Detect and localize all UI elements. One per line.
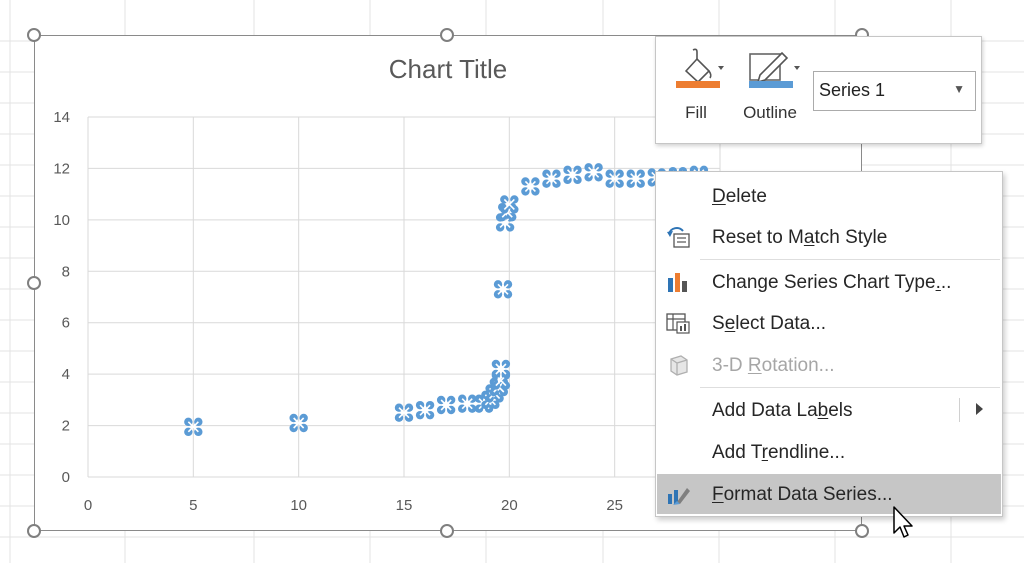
y-tick-label: 12 <box>53 160 70 177</box>
menu-item-add-data-labels[interactable]: Add Data Labels <box>657 390 1001 430</box>
paint-bucket-icon <box>676 48 724 88</box>
menu-item-select-data[interactable]: Select Data... <box>657 303 1001 343</box>
dropdown-arrow-icon: ▼ <box>953 82 965 96</box>
x-tick-label: 15 <box>396 497 413 514</box>
menu-item-label: 3-D Rotation... <box>712 355 835 376</box>
reset-style-icon <box>667 227 690 248</box>
menu-item-label: Reset to Match Style <box>712 227 888 248</box>
menu-item-3d-rotation: 3-D Rotation... <box>657 345 1001 385</box>
outline-button[interactable]: Outline <box>732 45 808 133</box>
submenu-arrow-icon[interactable] <box>976 403 983 415</box>
data-point[interactable] <box>458 394 477 413</box>
menu-item-format-data-series[interactable]: Format Data Series... <box>657 474 1001 514</box>
menu-item-label: Select Data... <box>712 313 827 334</box>
y-tick-label: 0 <box>62 469 70 486</box>
menu-item-reset-to-match-style[interactable]: Reset to Match Style <box>657 217 1001 257</box>
context-menu: Delete Reset to Match Style Change Serie… <box>655 171 1003 517</box>
x-tick-label: 20 <box>501 497 518 514</box>
y-tick-label: 4 <box>62 366 70 383</box>
menu-item-add-trendline[interactable]: Add Trendline... <box>657 432 1001 472</box>
y-tick-label: 6 <box>62 315 70 332</box>
menu-item-label: Change Series Chart Type... <box>712 272 952 293</box>
y-tick-label: 10 <box>53 212 70 229</box>
format-series-icon <box>668 488 690 505</box>
y-tick-label: 2 <box>62 418 70 435</box>
data-point[interactable] <box>542 169 561 188</box>
data-point[interactable] <box>626 169 645 188</box>
data-point[interactable] <box>415 400 435 420</box>
data-point[interactable] <box>584 163 603 182</box>
y-tick-label: 14 <box>53 109 70 126</box>
menu-item-label: Format Data Series... <box>712 484 893 505</box>
y-tick-label: 8 <box>62 263 70 280</box>
menu-item-label: Delete <box>712 186 767 207</box>
pen-outline-icon <box>749 51 800 88</box>
submenu-divider <box>959 398 960 422</box>
3d-rotation-icon <box>670 355 688 376</box>
x-tick-label: 0 <box>84 497 92 514</box>
mouse-pointer-icon <box>893 506 913 538</box>
menu-separator <box>700 259 1000 260</box>
fill-label: Fill <box>685 103 707 122</box>
data-point[interactable] <box>491 359 511 379</box>
chart-type-icon <box>668 273 687 292</box>
data-point[interactable] <box>436 395 456 415</box>
outline-label: Outline <box>743 103 797 122</box>
series-select-dropdown[interactable]: Series 1 ▼ <box>813 71 976 111</box>
x-tick-label: 10 <box>290 497 307 514</box>
menu-item-label: Add Trendline... <box>712 442 846 463</box>
menu-item-label: Add Data Labels <box>712 400 853 421</box>
format-mini-toolbar: Fill Outline Series 1 ▼ <box>655 36 982 144</box>
x-tick-label: 25 <box>606 497 623 514</box>
select-data-icon <box>666 313 690 334</box>
fill-button[interactable]: Fill <box>662 45 730 133</box>
x-tick-label: 5 <box>189 497 197 514</box>
series-select-value: Series 1 <box>819 80 886 100</box>
menu-item-change-series-chart-type[interactable]: Change Series Chart Type... <box>657 262 1001 302</box>
menu-separator <box>700 387 1000 388</box>
data-point[interactable] <box>521 177 540 196</box>
menu-item-delete[interactable]: Delete <box>657 176 1001 216</box>
